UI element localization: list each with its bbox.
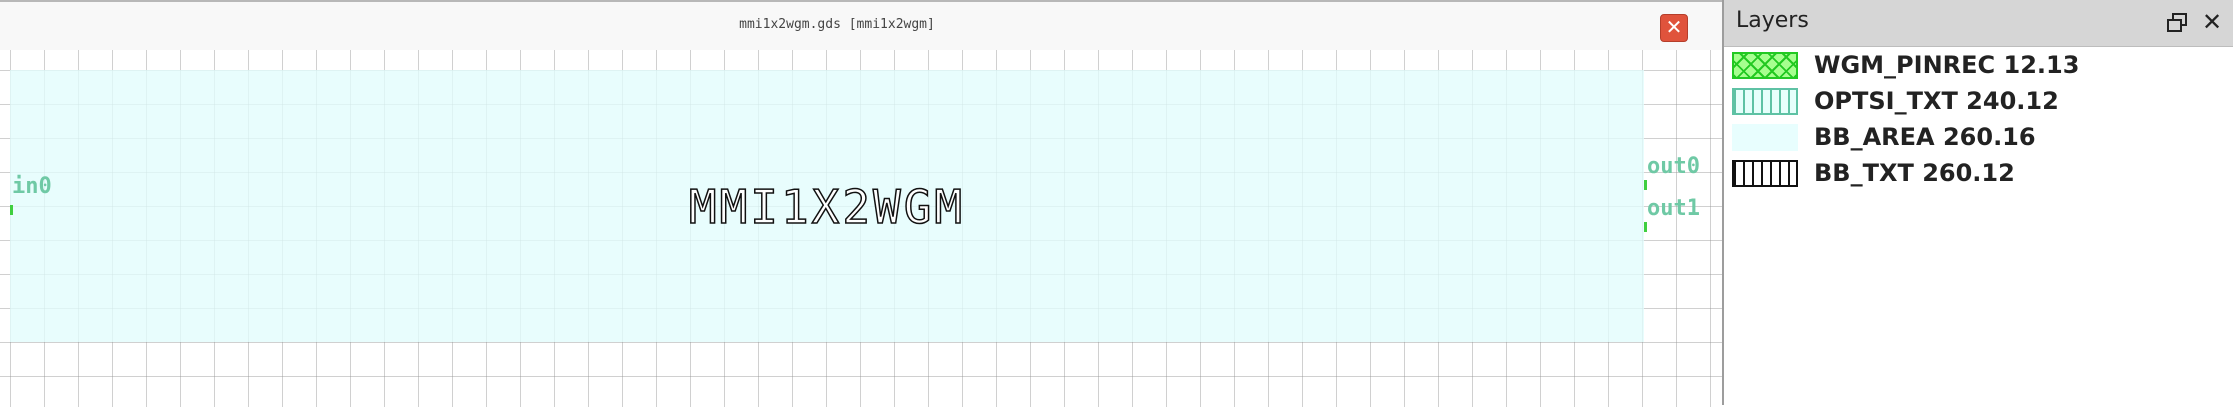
layers-panel: Layers ✕ WGM_PINREC 12.13 OPTSI_TXT 240.…: [1722, 0, 2233, 405]
layer-item-bb-area[interactable]: BB_AREA 260.16: [1724, 120, 2233, 156]
close-icon: ✕: [2201, 8, 2223, 36]
pin-label-out1: out1: [1647, 196, 1700, 221]
pin-marker-in0: [10, 205, 13, 215]
float-panel-button[interactable]: [2164, 10, 2190, 36]
pin-marker-out0: [1644, 180, 1647, 190]
layer-swatch: [1732, 88, 1798, 115]
layer-name: OPTSI_TXT 240.12: [1814, 87, 2059, 115]
device-text-label: MMI1X2WGM: [688, 179, 966, 235]
layer-name: WGM_PINREC 12.13: [1814, 51, 2080, 79]
layer-item-wgm-pinrec[interactable]: WGM_PINREC 12.13: [1724, 48, 2233, 84]
close-window-button[interactable]: ✕: [1660, 14, 1688, 42]
layer-swatch: [1732, 124, 1798, 151]
layers-panel-title: Layers: [1736, 8, 1809, 33]
close-panel-button[interactable]: ✕: [2198, 8, 2226, 36]
layout-canvas[interactable]: MMI1X2WGM in0 out0 out1: [0, 50, 1722, 407]
pin-label-out0: out0: [1647, 154, 1700, 179]
layer-item-bb-txt[interactable]: BB_TXT 260.12: [1724, 156, 2233, 192]
layer-item-optsi-txt[interactable]: OPTSI_TXT 240.12: [1724, 84, 2233, 120]
close-icon: ✕: [1665, 15, 1683, 39]
pin-marker-out1: [1644, 222, 1647, 232]
layer-name: BB_TXT 260.12: [1814, 159, 2015, 187]
float-window-icon: [2167, 13, 2187, 32]
layers-panel-header: Layers ✕: [1724, 0, 2233, 47]
pin-label-in0: in0: [12, 174, 52, 199]
layer-swatch: [1732, 52, 1798, 79]
window-title: mmi1x2wgm.gds [mmi1x2wgm]: [739, 17, 935, 32]
window-title-bar: mmi1x2wgm.gds [mmi1x2wgm] ✕: [0, 2, 1722, 50]
layer-name: BB_AREA 260.16: [1814, 123, 2036, 151]
layer-swatch: [1732, 160, 1798, 187]
layout-window: mmi1x2wgm.gds [mmi1x2wgm] ✕ MMI1X2WGM in…: [0, 0, 1722, 407]
